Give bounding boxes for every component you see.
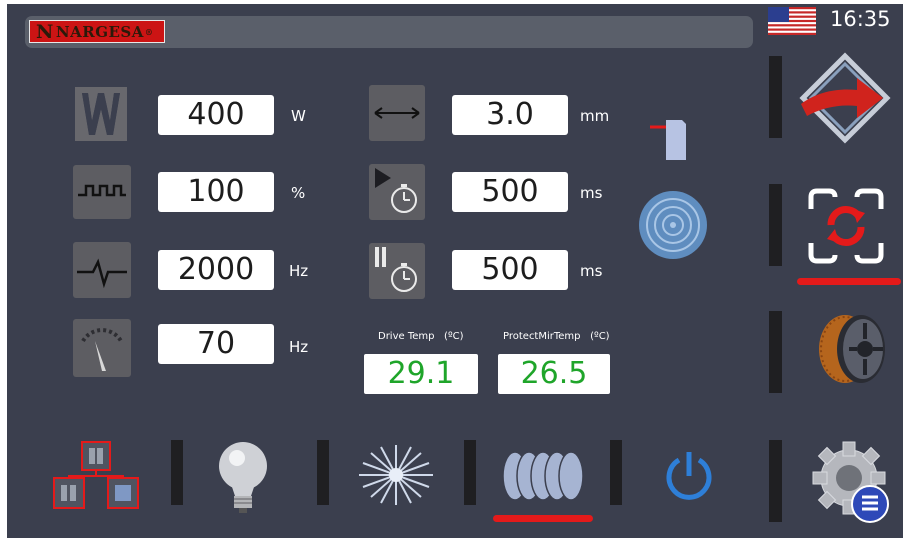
pulse-wave-icon[interactable] [73, 165, 131, 219]
mirror-temp-value: 26.5 [498, 354, 610, 394]
power-unit: W [291, 107, 306, 125]
duty-unit: % [291, 184, 306, 202]
brand-name: NARGESA [55, 22, 144, 41]
side-separator [769, 56, 782, 138]
side-separator [769, 440, 782, 522]
timer-play-icon[interactable] [369, 164, 425, 220]
light-bulb-icon[interactable] [215, 440, 271, 516]
delay-off-value[interactable]: 500 [452, 250, 568, 290]
delay-on-value[interactable]: 500 [452, 172, 568, 212]
drive-temp-label: Drive Temp (ºC) [378, 331, 464, 342]
active-indicator [797, 278, 901, 285]
speed-unit: Hz [289, 338, 309, 356]
brand-logo: N NARGESA ® [29, 20, 165, 43]
next-arrow-icon[interactable] [797, 50, 893, 146]
delay-on-unit: ms [580, 184, 603, 202]
us-flag-icon[interactable] [768, 7, 816, 35]
side-separator [769, 184, 782, 266]
bottom-separator [171, 440, 183, 505]
power-value[interactable]: 400 [158, 95, 274, 135]
frequency-value[interactable]: 2000 [158, 250, 274, 290]
frequency-unit: Hz [289, 262, 309, 280]
laser-burst-icon[interactable] [357, 443, 435, 507]
width-arrows-icon[interactable] [369, 85, 425, 141]
drive-temp-value: 29.1 [364, 354, 478, 394]
settings-gear-icon[interactable] [803, 436, 895, 528]
seam-weld-icon[interactable] [501, 448, 587, 504]
bottom-separator [317, 440, 329, 505]
width-value[interactable]: 3.0 [452, 95, 568, 135]
speed-value[interactable]: 70 [158, 324, 274, 364]
mirror-temp-label: ProtectMirTemp (ºC) [503, 331, 610, 342]
brand-mark: N [36, 20, 54, 43]
clock: 16:35 [830, 7, 891, 31]
screen: N NARGESA ® 16:35 400 W 100 % 2000 Hz 70… [7, 4, 903, 538]
bottom-separator [610, 440, 622, 505]
bottom-separator [464, 440, 476, 505]
gauge-icon[interactable] [73, 319, 131, 377]
power-w-icon[interactable] [73, 85, 129, 143]
registered-mark: ® [144, 26, 154, 37]
side-separator [769, 311, 782, 393]
heartbeat-wave-icon[interactable] [73, 242, 131, 298]
lens-target-icon[interactable] [637, 189, 709, 261]
cycle-refresh-icon[interactable] [807, 187, 885, 265]
wire-spool-icon[interactable] [811, 309, 891, 389]
duty-value[interactable]: 100 [158, 172, 274, 212]
timer-pause-icon[interactable] [369, 243, 425, 299]
delay-off-unit: ms [580, 262, 603, 280]
power-icon[interactable] [663, 450, 715, 502]
program-blocks-icon[interactable] [52, 440, 142, 512]
nozzle-icon[interactable] [648, 112, 698, 164]
width-unit: mm [580, 107, 610, 125]
active-indicator [493, 515, 593, 522]
